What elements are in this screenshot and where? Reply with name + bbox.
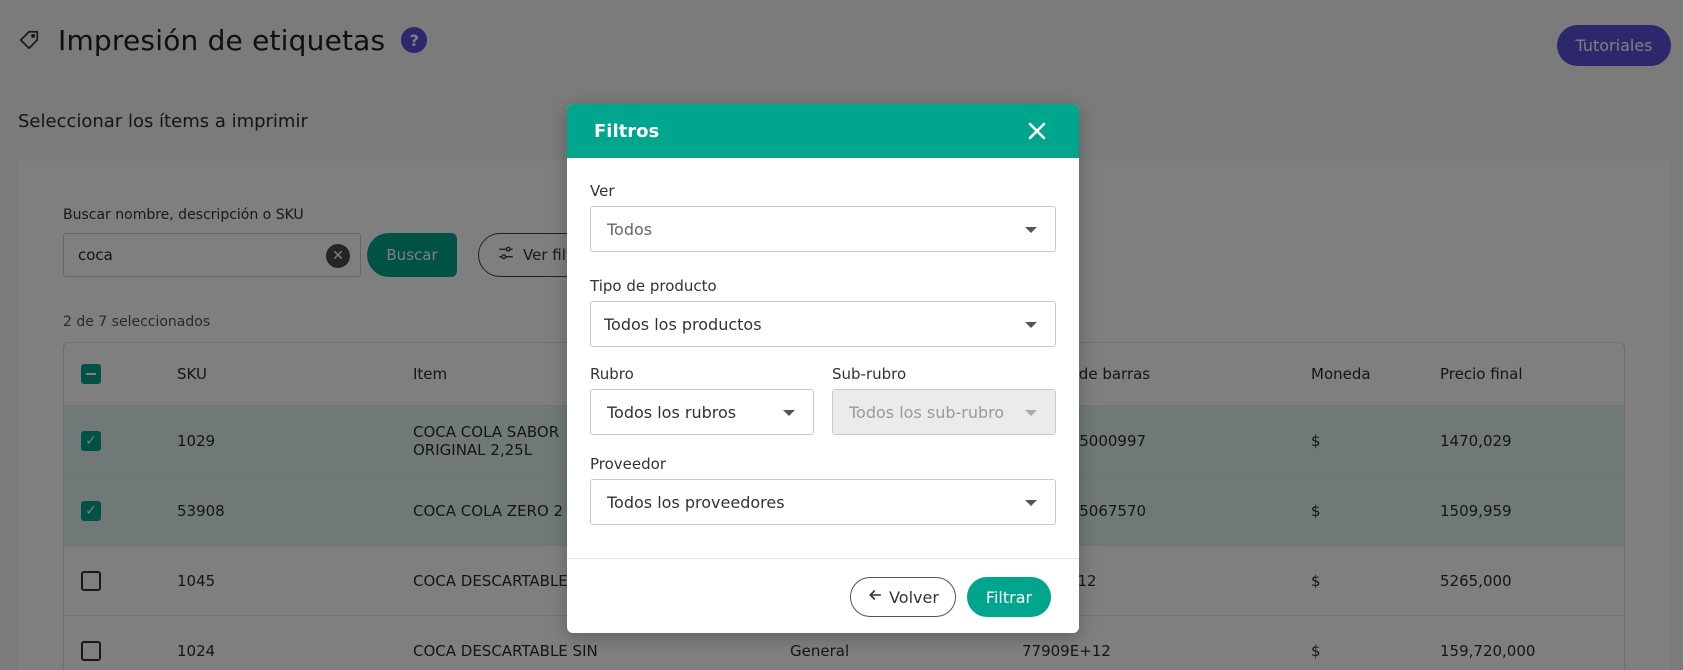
chevron-down-icon — [1025, 410, 1037, 416]
supplier-label: Proveedor — [590, 455, 666, 473]
back-button[interactable]: Volver — [850, 577, 956, 617]
filter-button[interactable]: Filtrar — [967, 577, 1051, 617]
chevron-down-icon — [1025, 322, 1037, 328]
arrow-left-icon — [867, 587, 883, 607]
supplier-select-value: Todos los proveedores — [607, 492, 785, 512]
chevron-down-icon — [1025, 227, 1037, 233]
rubro-label: Rubro — [590, 365, 634, 383]
modal-divider — [567, 558, 1079, 559]
filters-modal: Filtros Ver Todos Tipo de producto Todos… — [567, 104, 1079, 633]
sub-rubro-label: Sub-rubro — [832, 365, 907, 383]
sub-rubro-select-value: Todos los sub-rubro — [849, 402, 1005, 422]
rubro-select[interactable]: Todos los rubros — [590, 389, 814, 435]
modal-header: Filtros — [567, 104, 1079, 158]
back-button-label: Volver — [889, 587, 939, 607]
modal-title: Filtros — [594, 120, 660, 142]
supplier-select[interactable]: Todos los proveedores — [590, 479, 1056, 525]
rubro-select-value: Todos los rubros — [607, 402, 737, 422]
chevron-down-icon — [783, 410, 795, 416]
product-type-label: Tipo de producto — [590, 277, 717, 295]
close-icon[interactable] — [1025, 119, 1049, 143]
product-type-select-value: Todos los productos — [604, 314, 762, 334]
ver-select-value: Todos — [607, 219, 653, 239]
sub-rubro-select: Todos los sub-rubro — [832, 389, 1056, 435]
chevron-down-icon — [1025, 500, 1037, 506]
ver-select[interactable]: Todos — [590, 206, 1056, 252]
ver-label: Ver — [590, 182, 615, 200]
product-type-select[interactable]: Todos los productos — [590, 301, 1056, 347]
